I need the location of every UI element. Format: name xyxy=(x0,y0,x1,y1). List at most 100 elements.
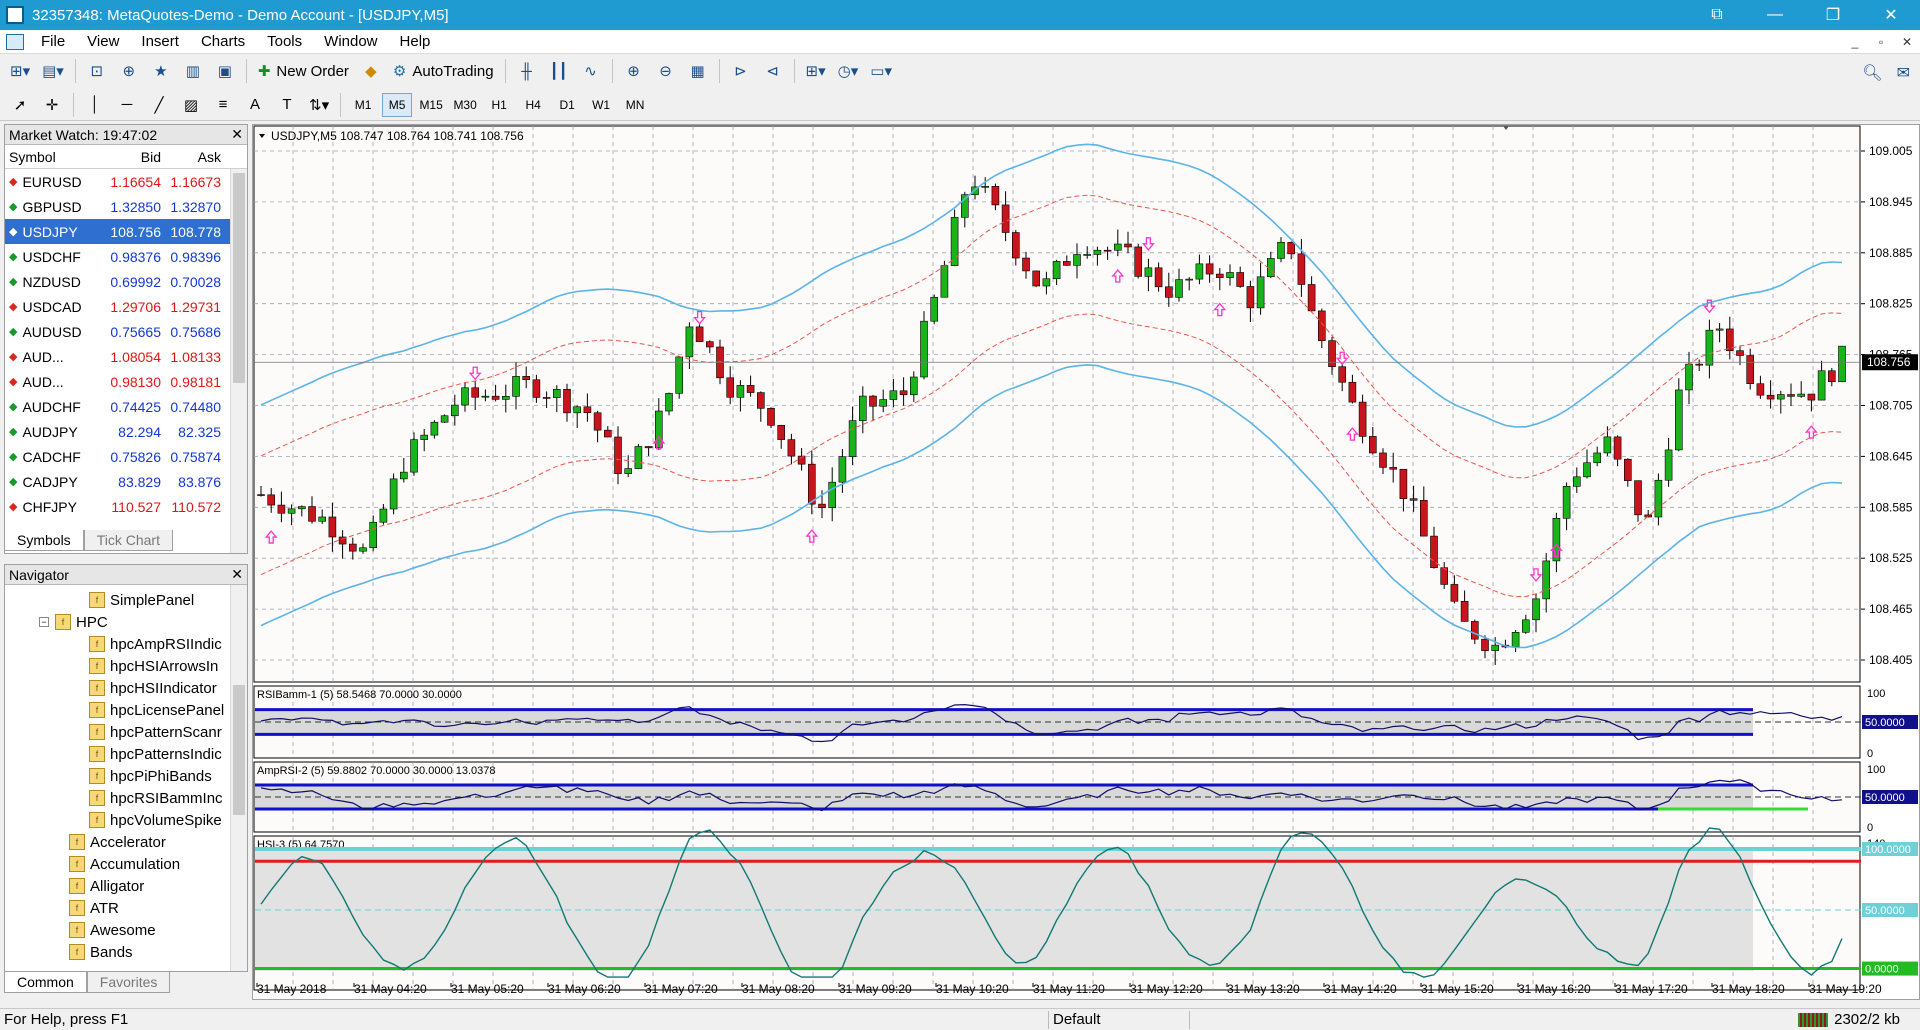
column-bid[interactable]: Bid xyxy=(101,149,165,165)
profiles-icon[interactable]: ▤▾ xyxy=(38,58,68,84)
tile-windows-icon[interactable]: ▦ xyxy=(684,58,712,84)
timeframe-w1[interactable]: W1 xyxy=(586,93,616,117)
market-watch-row[interactable]: ◆ AUD... 1.08054 1.08133 xyxy=(5,344,247,369)
metaeditor-icon[interactable]: ◆ xyxy=(357,58,385,84)
tab-tick-chart[interactable]: Tick Chart xyxy=(83,530,173,551)
chart-window-icon[interactable] xyxy=(6,33,24,50)
market-watch-row[interactable]: ◆ AUDUSD 0.75665 0.75686 xyxy=(5,319,247,344)
indicators-icon[interactable]: ⊞▾ xyxy=(802,58,830,84)
menu-window[interactable]: Window xyxy=(313,33,388,50)
minimize-button[interactable]: — xyxy=(1746,0,1804,30)
market-watch-scrollbar[interactable] xyxy=(230,169,247,553)
line-chart-icon[interactable]: ∿ xyxy=(577,58,605,84)
menu-file[interactable]: File xyxy=(30,33,76,50)
market-watch-row[interactable]: ◆ NZDUSD 0.69992 0.70028 xyxy=(5,269,247,294)
chat-icon[interactable]: ✉ xyxy=(1897,63,1910,83)
navigator-item[interactable]: − f HPC xyxy=(5,611,247,633)
zoom-in-icon[interactable]: ⊕ xyxy=(620,58,648,84)
menu-help[interactable]: Help xyxy=(389,33,442,50)
market-watch-row[interactable]: ◆ EURUSD 1.16654 1.16673 xyxy=(5,169,247,194)
timeframe-h1[interactable]: H1 xyxy=(484,93,514,117)
tab-common[interactable]: Common xyxy=(4,972,87,993)
column-symbol[interactable]: Symbol xyxy=(5,149,101,165)
navigator-item[interactable]: f hpcAmpRSIIndic xyxy=(5,633,247,655)
menu-tools[interactable]: Tools xyxy=(256,33,313,50)
data-window-icon[interactable]: ⊕ xyxy=(115,58,143,84)
market-watch-row[interactable]: ◆ USDCAD 1.29706 1.29731 xyxy=(5,294,247,319)
zoom-out-icon[interactable]: ⊖ xyxy=(652,58,680,84)
market-watch-row[interactable]: ◆ AUD... 0.98130 0.98181 xyxy=(5,369,247,394)
menu-insert[interactable]: Insert xyxy=(130,33,190,50)
mdi-close-button[interactable]: ✕ xyxy=(1894,35,1920,49)
cast-icon[interactable]: ⧉ xyxy=(1688,0,1746,30)
market-watch-row[interactable]: ◆ USDJPY 108.756 108.778 xyxy=(5,219,247,244)
navigator-item[interactable]: f hpcHSIIndicator xyxy=(5,677,247,699)
navigator-item[interactable]: f hpcRSIBammInc xyxy=(5,787,247,809)
text-label-icon[interactable]: T xyxy=(273,92,301,118)
market-watch-icon[interactable]: ⊡ xyxy=(83,58,111,84)
timeframe-m5[interactable]: M5 xyxy=(382,92,413,117)
navigator-item[interactable]: f Accumulation xyxy=(5,853,247,875)
timeframe-h4[interactable]: H4 xyxy=(518,93,548,117)
column-ask[interactable]: Ask xyxy=(165,149,225,165)
new-chart-icon[interactable]: ⊞▾ xyxy=(6,58,34,84)
navigator-item[interactable]: f ATR xyxy=(5,897,247,919)
templates-icon[interactable]: ▭▾ xyxy=(866,58,896,84)
terminal-icon[interactable]: ▥ xyxy=(179,58,207,84)
periods-icon[interactable]: ◷▾ xyxy=(834,58,863,84)
navigator-icon[interactable]: ★ xyxy=(147,58,175,84)
market-watch-row[interactable]: ◆ AUDJPY 82.294 82.325 xyxy=(5,419,247,444)
trendline-icon[interactable]: ╱ xyxy=(145,92,173,118)
search-icon[interactable]: 🔍︎ xyxy=(1862,63,1882,83)
navigator-item[interactable]: f hpcPatternsIndic xyxy=(5,743,247,765)
strategy-tester-icon[interactable]: ▣ xyxy=(211,58,239,84)
chart-shift-icon[interactable]: ⊳ xyxy=(727,58,755,84)
market-watch-row[interactable]: ◆ CHFJPY 110.527 110.572 xyxy=(5,494,247,519)
navigator-item[interactable]: f hpcHSIArrowsIn xyxy=(5,655,247,677)
candlestick-icon[interactable]: ┃┃ xyxy=(545,58,573,84)
menu-charts[interactable]: Charts xyxy=(190,33,256,50)
navigator-scrollbar[interactable] xyxy=(230,585,247,971)
bar-chart-icon[interactable]: ╫ xyxy=(513,58,541,84)
close-button[interactable]: ✕ xyxy=(1862,0,1920,30)
market-watch-row[interactable]: ◆ USDCHF 0.98376 0.98396 xyxy=(5,244,247,269)
navigator-close-icon[interactable]: ✕ xyxy=(231,566,243,583)
timeframe-m1[interactable]: M1 xyxy=(348,93,378,117)
channel-icon[interactable]: ▨ xyxy=(177,92,205,118)
navigator-item[interactable]: f Bands xyxy=(5,941,247,963)
menu-view[interactable]: View xyxy=(76,33,130,50)
restore-button[interactable]: ❐ xyxy=(1804,0,1862,30)
scroll-thumb[interactable] xyxy=(233,685,245,815)
mdi-restore-button[interactable]: ▫ xyxy=(1868,35,1894,49)
navigator-item[interactable]: f hpcVolumeSpike xyxy=(5,809,247,831)
chart-canvas[interactable]: 109.005108.945108.885108.825108.765108.7… xyxy=(253,125,1920,1001)
market-watch-row[interactable]: ◆ CADCHF 0.75826 0.75874 xyxy=(5,444,247,469)
timeframe-m15[interactable]: M15 xyxy=(416,93,446,117)
mdi-minimize-button[interactable]: _ xyxy=(1842,35,1868,49)
horizontal-line-icon[interactable]: ─ xyxy=(113,92,141,118)
tab-symbols[interactable]: Symbols xyxy=(4,530,84,551)
timeframe-mn[interactable]: MN xyxy=(620,93,650,117)
tab-favorites[interactable]: Favorites xyxy=(86,972,171,993)
market-watch-row[interactable]: ◆ CADJPY 83.829 83.876 xyxy=(5,469,247,494)
navigator-item[interactable]: f hpcPatternScanr xyxy=(5,721,247,743)
market-watch-row[interactable]: ◆ AUDCHF 0.74425 0.74480 xyxy=(5,394,247,419)
navigator-item[interactable]: f Accelerator xyxy=(5,831,247,853)
market-watch-row[interactable]: ◆ GBPUSD 1.32850 1.32870 xyxy=(5,194,247,219)
vertical-line-icon[interactable]: │ xyxy=(81,92,109,118)
autoscroll-icon[interactable]: ⊲ xyxy=(759,58,787,84)
navigator-item[interactable]: f SimplePanel xyxy=(5,589,247,611)
fibonacci-icon[interactable]: ≡ xyxy=(209,92,237,118)
scroll-thumb[interactable] xyxy=(233,173,245,383)
market-watch-close-icon[interactable]: ✕ xyxy=(231,126,243,143)
navigator-item[interactable]: f Alligator xyxy=(5,875,247,897)
collapse-icon[interactable]: − xyxy=(39,617,49,627)
navigator-item[interactable]: f Awesome xyxy=(5,919,247,941)
text-icon[interactable]: A xyxy=(241,92,269,118)
autotrading-button[interactable]: ⚙ AutoTrading xyxy=(389,58,498,84)
timeframe-m30[interactable]: M30 xyxy=(450,93,480,117)
navigator-item[interactable]: f hpcLicensePanel xyxy=(5,699,247,721)
crosshair-icon[interactable]: ✛ xyxy=(38,92,66,118)
timeframe-d1[interactable]: D1 xyxy=(552,93,582,117)
chart-window[interactable]: 109.005108.945108.885108.825108.765108.7… xyxy=(252,124,1920,1000)
